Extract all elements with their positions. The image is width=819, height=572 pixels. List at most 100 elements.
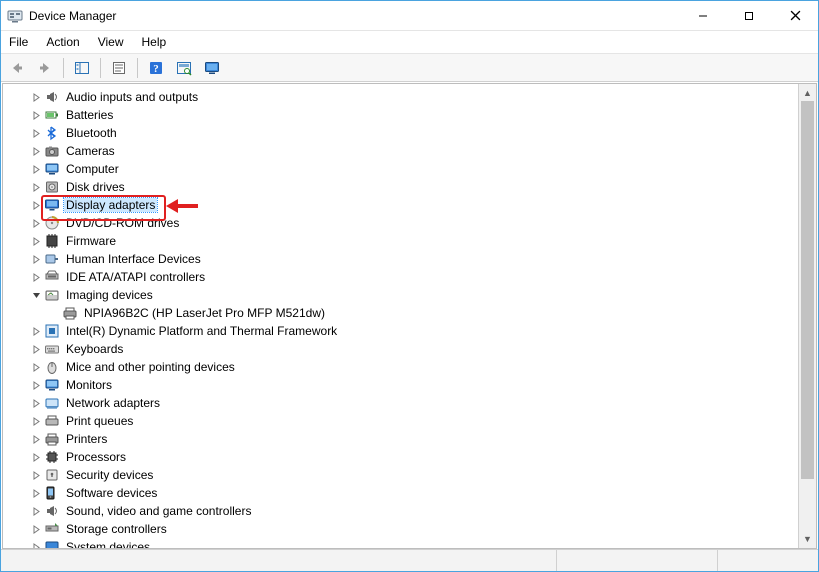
window-controls bbox=[680, 1, 818, 30]
tree-item[interactable]: System devices bbox=[29, 538, 796, 547]
scroll-down-icon[interactable]: ▼ bbox=[799, 531, 816, 548]
tree-item-label: Monitors bbox=[64, 378, 114, 392]
vertical-scrollbar[interactable]: ▲ ▼ bbox=[798, 84, 816, 547]
disk-icon bbox=[44, 179, 60, 195]
chevron-right-icon[interactable] bbox=[29, 90, 43, 104]
tree-item[interactable]: Imaging devices bbox=[29, 286, 796, 304]
minimize-button[interactable] bbox=[680, 1, 726, 30]
statusbar-pane-3 bbox=[718, 550, 818, 572]
tree-item-label: System devices bbox=[64, 540, 152, 547]
chevron-right-icon[interactable] bbox=[29, 108, 43, 122]
scroll-thumb[interactable] bbox=[801, 101, 814, 479]
scroll-up-icon[interactable]: ▲ bbox=[799, 84, 816, 101]
chevron-right-icon[interactable] bbox=[29, 180, 43, 194]
tree-item[interactable]: Processors bbox=[29, 448, 796, 466]
mouse-icon bbox=[44, 359, 60, 375]
tree-item[interactable]: Storage controllers bbox=[29, 520, 796, 538]
toolbar-properties-button[interactable] bbox=[107, 57, 131, 79]
tree-item-label: Bluetooth bbox=[64, 126, 119, 140]
tree-item[interactable]: Software devices bbox=[29, 484, 796, 502]
toolbar-help-button[interactable]: ? bbox=[144, 57, 168, 79]
tree-item-label: Software devices bbox=[64, 486, 159, 500]
chevron-right-icon[interactable] bbox=[29, 234, 43, 248]
chevron-right-icon[interactable] bbox=[29, 396, 43, 410]
chevron-right-icon[interactable] bbox=[29, 324, 43, 338]
tree-item-label: Storage controllers bbox=[64, 522, 169, 536]
tree-item[interactable]: Keyboards bbox=[29, 340, 796, 358]
chevron-right-icon[interactable] bbox=[29, 450, 43, 464]
menu-file[interactable]: File bbox=[7, 33, 30, 51]
scroll-track[interactable] bbox=[799, 101, 816, 530]
tree-item[interactable]: Printers bbox=[29, 430, 796, 448]
chevron-right-icon[interactable] bbox=[29, 162, 43, 176]
toolbar-scan-button[interactable] bbox=[172, 57, 196, 79]
tree-item[interactable]: DVD/CD-ROM drives bbox=[29, 214, 796, 232]
tree-item-label: Batteries bbox=[64, 108, 115, 122]
menu-view[interactable]: View bbox=[96, 33, 126, 51]
properties-icon bbox=[111, 60, 127, 76]
chevron-right-icon[interactable] bbox=[29, 342, 43, 356]
tree-item-label: DVD/CD-ROM drives bbox=[64, 216, 181, 230]
tree-item[interactable]: Network adapters bbox=[29, 394, 796, 412]
processor-icon bbox=[44, 449, 60, 465]
chevron-right-icon[interactable] bbox=[29, 360, 43, 374]
tree-item[interactable]: Mice and other pointing devices bbox=[29, 358, 796, 376]
tree-item[interactable]: Firmware bbox=[29, 232, 796, 250]
intel-icon bbox=[44, 323, 60, 339]
tree-item-label: Disk drives bbox=[64, 180, 127, 194]
toolbar-tree-button[interactable] bbox=[70, 57, 94, 79]
chevron-right-icon[interactable] bbox=[29, 540, 43, 547]
display-icon bbox=[44, 197, 60, 213]
window-title: Device Manager bbox=[29, 9, 116, 23]
chevron-right-icon[interactable] bbox=[29, 504, 43, 518]
chevron-right-icon[interactable] bbox=[29, 414, 43, 428]
tree-item[interactable]: Intel(R) Dynamic Platform and Thermal Fr… bbox=[29, 322, 796, 340]
toolbar-forward-button[interactable] bbox=[33, 57, 57, 79]
menu-help[interactable]: Help bbox=[140, 33, 169, 51]
chevron-right-icon[interactable] bbox=[29, 144, 43, 158]
chevron-right-icon[interactable] bbox=[29, 486, 43, 500]
tree-item[interactable]: Computer bbox=[29, 160, 796, 178]
printer-device-icon bbox=[62, 305, 78, 321]
chevron-right-icon[interactable] bbox=[29, 378, 43, 392]
tree-item-label: Display adapters bbox=[64, 198, 157, 212]
chevron-right-icon[interactable] bbox=[29, 432, 43, 446]
maximize-button[interactable] bbox=[726, 1, 772, 30]
tree-item[interactable]: Cameras bbox=[29, 142, 796, 160]
show-hide-tree-icon bbox=[74, 60, 90, 76]
chevron-right-icon[interactable] bbox=[29, 522, 43, 536]
chevron-right-icon[interactable] bbox=[29, 270, 43, 284]
chevron-right-icon[interactable] bbox=[29, 468, 43, 482]
tree-item-label: Human Interface Devices bbox=[64, 252, 203, 266]
tree-item[interactable]: Security devices bbox=[29, 466, 796, 484]
chevron-right-icon[interactable] bbox=[29, 216, 43, 230]
tree-item[interactable]: NPIA96B2C (HP LaserJet Pro MFP M521dw) bbox=[47, 304, 796, 322]
tree-item[interactable]: Bluetooth bbox=[29, 124, 796, 142]
tree-item[interactable]: Human Interface Devices bbox=[29, 250, 796, 268]
tree-item[interactable]: Print queues bbox=[29, 412, 796, 430]
tree-item[interactable]: Audio inputs and outputs bbox=[29, 88, 796, 106]
app-icon bbox=[7, 8, 23, 24]
hid-icon bbox=[44, 251, 60, 267]
svg-text:?: ? bbox=[153, 63, 159, 75]
chevron-right-icon[interactable] bbox=[29, 252, 43, 266]
tree-item[interactable]: Batteries bbox=[29, 106, 796, 124]
content: Audio inputs and outputs Batteries Bluetoo… bbox=[2, 83, 817, 548]
chevron-down-icon[interactable] bbox=[29, 288, 43, 302]
tree-item-label: Print queues bbox=[64, 414, 135, 428]
close-button[interactable] bbox=[772, 1, 818, 30]
chevron-right-icon[interactable] bbox=[29, 198, 43, 212]
tree-item-label: IDE ATA/ATAPI controllers bbox=[64, 270, 207, 284]
chevron-right-icon[interactable] bbox=[29, 126, 43, 140]
tree-item[interactable]: IDE ATA/ATAPI controllers bbox=[29, 268, 796, 286]
toolbar-monitor-button[interactable] bbox=[200, 57, 224, 79]
device-tree[interactable]: Audio inputs and outputs Batteries Bluetoo… bbox=[3, 84, 798, 547]
tree-item-label: Keyboards bbox=[64, 342, 125, 356]
toolbar-back-button[interactable] bbox=[5, 57, 29, 79]
tree-item[interactable]: Display adapters bbox=[29, 196, 796, 214]
menu-action[interactable]: Action bbox=[44, 33, 81, 51]
tree-item[interactable]: Disk drives bbox=[29, 178, 796, 196]
tree-item[interactable]: Sound, video and game controllers bbox=[29, 502, 796, 520]
tree-item-label: Network adapters bbox=[64, 396, 162, 410]
tree-item[interactable]: Monitors bbox=[29, 376, 796, 394]
